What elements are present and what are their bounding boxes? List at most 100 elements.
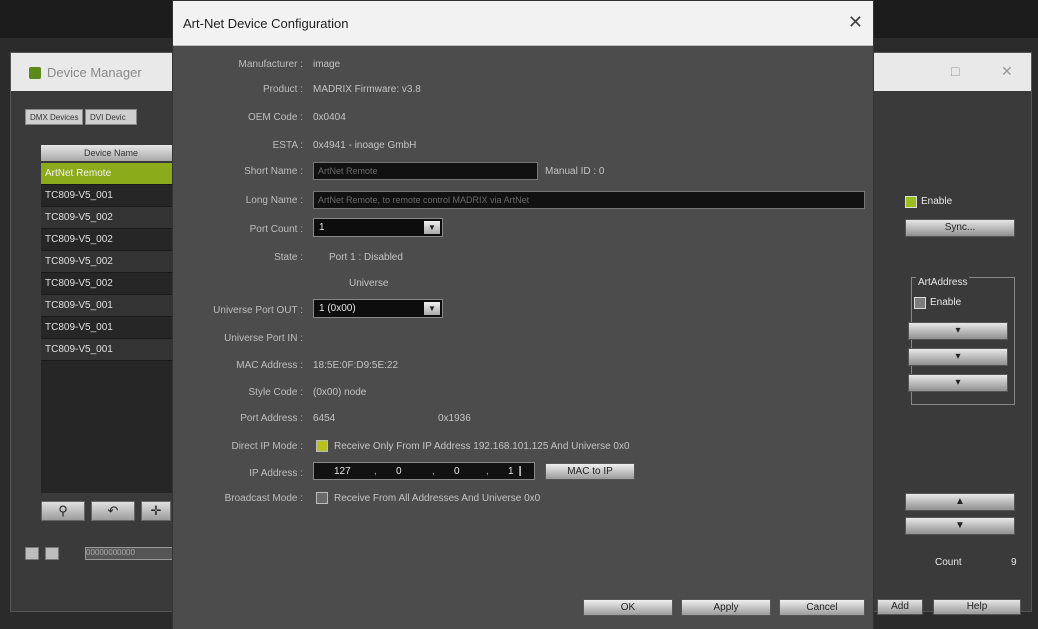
save-icon[interactable] <box>45 547 59 560</box>
chevron-down-icon: ▼ <box>424 302 440 315</box>
list-item[interactable]: TC809-V5_001 <box>41 339 181 361</box>
artaddress-group-title: ArtAddress <box>916 277 970 288</box>
long-name-label: Long Name : <box>245 195 303 206</box>
help-button[interactable]: Help <box>933 599 1021 615</box>
app-icon <box>29 67 41 79</box>
chevron-down-button-3[interactable]: ▾ <box>908 374 1008 392</box>
esta-value: 0x4941 - inoage GmbH <box>313 140 417 151</box>
ip-dot: , <box>432 466 435 477</box>
manual-id-label: Manual ID : 0 <box>545 166 605 177</box>
move-up-button[interactable]: ▲ <box>905 493 1015 511</box>
chevron-down-button-1[interactable]: ▾ <box>908 322 1008 340</box>
bottom-field[interactable]: 00000000000 <box>85 547 185 560</box>
refresh-button[interactable]: ↶ <box>91 501 135 521</box>
artaddress-enable-checkbox[interactable] <box>914 297 926 309</box>
enable-checkbox[interactable] <box>905 196 917 208</box>
list-item[interactable]: TC809-V5_002 <box>41 229 181 251</box>
cancel-button[interactable]: Cancel <box>779 599 865 616</box>
chevron-down-icon: ▾ <box>955 377 961 388</box>
manufacturer-value: image <box>313 59 341 70</box>
device-list[interactable]: ArtNet Remote TC809-V5_001 TC809-V5_002 … <box>41 163 181 493</box>
refresh-icon: ↶ <box>107 503 119 518</box>
state-label: State : <box>274 252 303 263</box>
ip-dot: , <box>374 466 377 477</box>
close-icon[interactable]: ✕ <box>1001 63 1013 80</box>
list-item[interactable]: TC809-V5_001 <box>41 185 181 207</box>
state-value: Port 1 : Disabled <box>329 252 403 263</box>
device-list-header[interactable]: Device Name <box>41 145 181 161</box>
chevron-down-icon: ▾ <box>955 325 961 336</box>
universe-out-label: Universe Port OUT : <box>213 305 303 316</box>
list-item[interactable]: TC809-V5_002 <box>41 251 181 273</box>
ip-octet-4: 1 <box>508 466 514 477</box>
list-item[interactable]: TC809-V5_001 <box>41 317 181 339</box>
arrow-down-icon: ▼ <box>955 520 965 531</box>
add-button[interactable]: Add <box>877 599 923 615</box>
ip-address-label: IP Address : <box>249 468 303 479</box>
port-address-label: Port Address : <box>240 413 303 424</box>
list-item[interactable]: ArtNet Remote <box>41 163 181 185</box>
port-count-value: 1 <box>319 222 325 233</box>
arrow-up-icon: ▲ <box>955 496 965 507</box>
esta-label: ESTA : <box>272 140 303 151</box>
style-code-value: (0x00) node <box>313 387 367 398</box>
apply-button[interactable]: Apply <box>681 599 771 616</box>
add-device-button[interactable]: ✛ <box>141 501 171 521</box>
broadcast-mode-checkbox[interactable] <box>316 492 328 504</box>
maximize-icon[interactable]: □ <box>951 63 959 79</box>
oem-code-label: OEM Code : <box>247 112 303 123</box>
enable-label: Enable <box>921 196 953 207</box>
artnet-config-dialog: Art-Net Device Configuration ✕ Manufactu… <box>172 0 874 629</box>
list-item[interactable]: TC809-V5_001 <box>41 295 181 317</box>
ip-octet-3: 0 <box>454 466 460 477</box>
move-down-button[interactable]: ▼ <box>905 517 1015 535</box>
chevron-down-icon: ▾ <box>955 351 961 362</box>
sync-button[interactable]: Sync... <box>905 219 1015 237</box>
universe-out-value: 1 (0x00) <box>319 303 356 314</box>
product-label: Product : <box>262 84 303 95</box>
port-address-hex: 0x1936 <box>438 413 471 424</box>
broadcast-mode-label: Broadcast Mode : <box>224 493 303 504</box>
plus-icon: ✛ <box>150 503 162 518</box>
list-item[interactable]: TC809-V5_002 <box>41 207 181 229</box>
port-address-value: 6454 <box>313 413 336 424</box>
direct-ip-checkbox[interactable] <box>316 440 328 452</box>
ok-button[interactable]: OK <box>583 599 673 616</box>
universe-in-label: Universe Port IN : <box>224 333 303 344</box>
universe-out-select[interactable]: 1 (0x00) ▼ <box>313 299 443 318</box>
oem-code-value: 0x0404 <box>313 112 346 123</box>
folder-icon[interactable] <box>25 547 39 560</box>
mac-address-label: MAC Address : <box>236 360 303 371</box>
direct-ip-label: Direct IP Mode : <box>231 441 303 452</box>
bottom-toolbar: 00000000000 <box>25 545 185 563</box>
short-name-field[interactable]: ArtNet Remote <box>313 162 538 180</box>
mac-to-ip-button[interactable]: MAC to IP <box>545 463 635 480</box>
tab-dvi-devices[interactable]: DVI Devic <box>85 109 137 125</box>
count-value: 9 <box>1011 557 1017 568</box>
ip-octet-1: 127 <box>334 466 351 477</box>
device-manager-title: Device Manager <box>47 65 142 80</box>
port-count-select[interactable]: 1 ▼ <box>313 218 443 237</box>
search-button[interactable]: ⚲ <box>41 501 85 521</box>
short-name-label: Short Name : <box>244 166 303 177</box>
port-count-label: Port Count : <box>249 224 303 235</box>
long-name-field[interactable]: ArtNet Remote, to remote control MADRIX … <box>313 191 865 209</box>
chevron-down-button-2[interactable]: ▾ <box>908 348 1008 366</box>
ip-dot: , <box>486 466 489 477</box>
ip-address-field[interactable]: 127 , 0 , 0 , 1 I <box>313 462 535 480</box>
close-icon[interactable]: ✕ <box>848 12 863 33</box>
search-icon: ⚲ <box>58 503 68 518</box>
manufacturer-label: Manufacturer : <box>238 59 303 70</box>
mac-address-value: 18:5E:0F:D9:5E:22 <box>313 360 399 371</box>
product-value: MADRIX Firmware: v3.8 <box>313 84 421 95</box>
artaddress-enable-label: Enable <box>930 297 962 308</box>
right-panel: Enable Sync... ArtAddress Enable ▾ ▾ ▾ ▲… <box>891 181 1031 591</box>
direct-ip-text: Receive Only From IP Address 192.168.101… <box>334 441 630 452</box>
dialog-footer: OK Apply Cancel <box>173 587 873 629</box>
dialog-title: Art-Net Device Configuration <box>183 16 349 31</box>
dialog-titlebar: Art-Net Device Configuration ✕ <box>173 1 873 46</box>
tab-dmx-devices[interactable]: DMX Devices <box>25 109 83 125</box>
universe-heading: Universe <box>349 278 389 289</box>
list-item[interactable]: TC809-V5_002 <box>41 273 181 295</box>
dialog-body: Manufacturer : image Product : MADRIX Fi… <box>173 47 873 587</box>
